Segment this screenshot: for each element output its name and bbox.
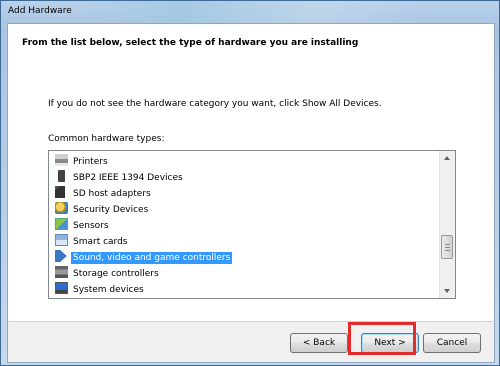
window-title: Add Hardware bbox=[8, 6, 72, 16]
list-item-label: Printers bbox=[73, 157, 108, 167]
list-item-label: SBP2 IEEE 1394 Devices bbox=[73, 173, 183, 183]
list-item-label: SD host adapters bbox=[73, 189, 151, 199]
list-item-sound-video-game[interactable]: Sound, video and game controllers bbox=[49, 250, 439, 266]
list-item-sd-host-adapters[interactable]: SD host adapters bbox=[49, 186, 439, 202]
scroll-down-button[interactable] bbox=[440, 283, 455, 298]
arrow-up-icon bbox=[444, 156, 450, 160]
printer-icon bbox=[55, 154, 68, 166]
wizard-content: If you do not see the hardware category … bbox=[7, 76, 495, 321]
header-text: From the list below, select the type of … bbox=[22, 38, 359, 48]
list-item-storage-controllers[interactable]: Storage controllers bbox=[49, 266, 439, 282]
list-item-smart-cards[interactable]: Smart cards bbox=[49, 234, 439, 250]
wizard-header: From the list below, select the type of … bbox=[7, 23, 495, 77]
list-item-system-devices[interactable]: System devices bbox=[49, 282, 439, 298]
list-item-label: Smart cards bbox=[73, 237, 128, 247]
wizard-footer: < Back Next > Cancel bbox=[7, 321, 495, 363]
system-devices-icon bbox=[55, 282, 68, 294]
instruction-text: If you do not see the hardware category … bbox=[48, 99, 382, 109]
ieee1394-icon bbox=[58, 170, 65, 182]
title-bar[interactable]: Add Hardware bbox=[1, 1, 499, 23]
add-hardware-window: Add Hardware From the list below, select… bbox=[0, 0, 500, 366]
cancel-button[interactable]: Cancel bbox=[423, 333, 481, 353]
list-item-security-devices[interactable]: Security Devices bbox=[49, 202, 439, 218]
grip-line bbox=[445, 244, 450, 245]
arrow-down-icon bbox=[444, 289, 450, 293]
hardware-types-label: Common hardware types: bbox=[48, 134, 165, 144]
scroll-up-button[interactable] bbox=[440, 151, 455, 166]
speaker-icon bbox=[55, 250, 68, 262]
list-item-label: System devices bbox=[73, 285, 144, 295]
next-button[interactable]: Next > bbox=[361, 333, 419, 353]
back-button[interactable]: < Back bbox=[290, 333, 348, 353]
list-item-label: Storage controllers bbox=[73, 269, 159, 279]
sensor-icon bbox=[55, 218, 68, 230]
vertical-scrollbar[interactable] bbox=[439, 151, 455, 298]
grip-line bbox=[445, 247, 450, 248]
list-item-label: Sound, video and game controllers bbox=[71, 252, 233, 264]
list-item-sbp2[interactable]: SBP2 IEEE 1394 Devices bbox=[49, 170, 439, 186]
hardware-types-list[interactable]: Printers SBP2 IEEE 1394 Devices SD host … bbox=[48, 150, 456, 299]
storage-controller-icon bbox=[55, 266, 68, 278]
list-item-label: Sensors bbox=[73, 221, 109, 231]
grip-line bbox=[445, 250, 450, 251]
scroll-thumb[interactable] bbox=[441, 235, 453, 259]
smart-card-icon bbox=[55, 234, 68, 246]
list-item-printers[interactable]: Printers bbox=[49, 154, 439, 170]
security-icon bbox=[55, 202, 68, 214]
list-item-label: Security Devices bbox=[73, 205, 149, 215]
title-bar-background bbox=[79, 1, 419, 23]
list-item-sensors[interactable]: Sensors bbox=[49, 218, 439, 234]
sd-card-icon bbox=[55, 186, 65, 198]
